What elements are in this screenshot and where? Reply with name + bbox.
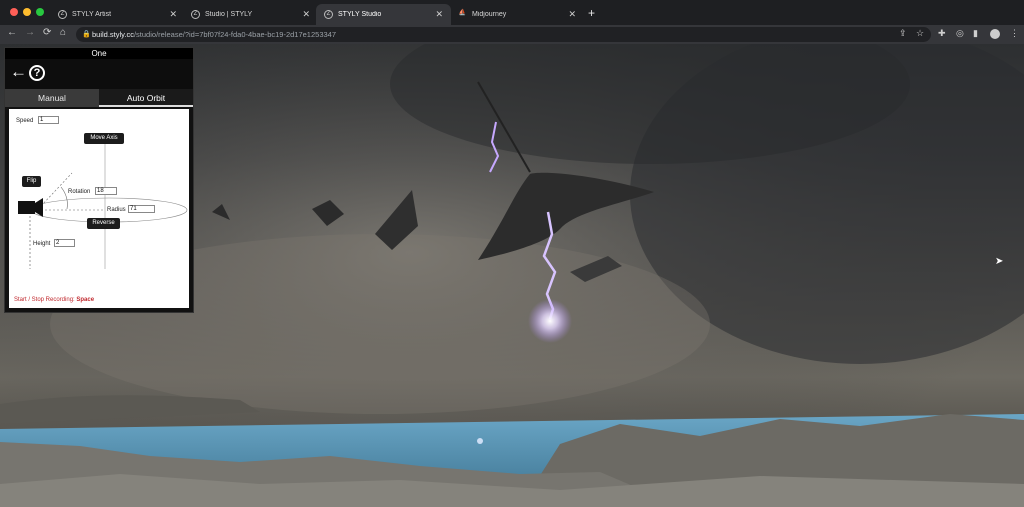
height-input[interactable]: 2 <box>54 239 75 247</box>
camera-icon <box>18 198 43 217</box>
browser-toolbar: ← → ⟳ ⌂ 🔒 build.styly.cc/studio/release/… <box>0 25 1024 44</box>
browser-tab[interactable]: Z STYLY Artist ✕ <box>50 4 185 25</box>
reload-icon[interactable]: ⟳ <box>43 27 51 38</box>
recording-hint: Start / Stop Recording: Space <box>14 297 94 303</box>
height-label: Height <box>33 241 51 247</box>
window-maximize-button[interactable] <box>36 8 44 16</box>
move-axis-button[interactable]: Move Axis <box>84 133 124 144</box>
url-text: build.styly.cc/studio/release/?id=7bf07f… <box>92 30 337 39</box>
radius-input[interactable]: 71 <box>128 205 155 213</box>
lightning-glow <box>528 299 572 343</box>
tab-manual[interactable]: Manual <box>5 89 99 107</box>
extension-icon[interactable]: ◎ <box>956 28 964 39</box>
reverse-button[interactable]: Reverse <box>87 218 120 229</box>
recording-key: Space <box>76 297 95 303</box>
share-icon[interactable]: ⇪ <box>899 28 907 39</box>
tab-auto-orbit[interactable]: Auto Orbit <box>99 89 193 107</box>
browser-tab-bar: Z STYLY Artist ✕ Z Studio | STYLY ✕ Z ST… <box>0 0 1024 25</box>
browser-tab[interactable]: ⛵ Midjourney ✕ <box>450 4 584 25</box>
back-arrow-icon[interactable]: ← <box>7 27 17 38</box>
flip-button[interactable]: Flip <box>22 176 41 187</box>
tab-title: Studio | STYLY <box>205 11 253 18</box>
new-tab-button[interactable]: + <box>588 6 595 20</box>
speed-label: Speed <box>16 118 34 124</box>
window-close-button[interactable] <box>10 8 18 16</box>
radius-label: Radius <box>107 207 126 213</box>
panel-title: One <box>5 48 193 59</box>
tab-title: Midjourney <box>472 11 507 18</box>
forward-arrow-icon[interactable]: → <box>25 27 35 38</box>
close-icon[interactable]: ✕ <box>435 9 443 20</box>
speed-input[interactable]: 1 <box>38 116 59 124</box>
lock-icon: 🔒 <box>82 31 91 38</box>
water-sparkle <box>477 438 483 444</box>
extensions-icon[interactable]: ✚ <box>938 28 946 39</box>
midjourney-icon: ⛵ <box>458 10 467 16</box>
back-arrow-icon[interactable]: ← <box>10 63 28 81</box>
orbit-settings-body: Speed 1 Move Axis Flip Rotation 18 Radiu… <box>9 109 189 308</box>
panel-header: ← ? <box>5 59 193 89</box>
rotation-arc <box>60 186 68 210</box>
close-icon[interactable]: ✕ <box>568 9 576 20</box>
tab-title: STYLY Artist <box>72 11 112 18</box>
auto-orbit-panel: One ← ? Manual Auto Orbit Speed 1 Move A… <box>4 47 194 313</box>
close-icon[interactable]: ✕ <box>169 9 177 20</box>
styly-icon: Z <box>191 10 200 19</box>
more-menu-icon[interactable]: ⋮ <box>1010 28 1019 39</box>
styly-icon: Z <box>324 10 333 19</box>
close-icon[interactable]: ✕ <box>302 9 310 20</box>
styly-icon: Z <box>58 10 67 19</box>
browser-tab[interactable]: Z Studio | STYLY ✕ <box>183 4 318 25</box>
window-minimize-button[interactable] <box>23 8 31 16</box>
recording-hint-text: Start / Stop Recording: <box>14 297 77 303</box>
rotation-label: Rotation <box>68 189 91 195</box>
home-icon[interactable]: ⌂ <box>60 27 66 38</box>
help-icon[interactable]: ? <box>29 65 45 81</box>
mouse-cursor-icon: ➤ <box>995 256 1004 267</box>
profile-avatar-icon[interactable] <box>990 29 1000 39</box>
rotation-input[interactable]: 18 <box>95 187 117 195</box>
panel-tabs: Manual Auto Orbit <box>5 89 193 107</box>
sidebar-icon[interactable]: ▮ <box>973 28 978 39</box>
bookmark-star-icon[interactable]: ☆ <box>916 28 924 39</box>
tab-title: STYLY Studio <box>338 11 382 18</box>
address-bar[interactable]: 🔒 build.styly.cc/studio/release/?id=7bf0… <box>76 27 931 42</box>
browser-tab-active[interactable]: Z STYLY Studio ✕ <box>316 4 451 25</box>
